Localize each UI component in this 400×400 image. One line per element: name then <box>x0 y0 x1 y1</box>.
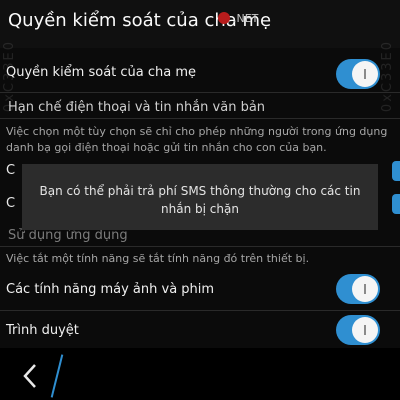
section-app-usage-heading: Sử dụng ứng dụng <box>8 228 128 243</box>
site-watermark: .NET <box>218 12 258 25</box>
calls-texts-option-1-toggle[interactable] <box>392 161 400 181</box>
camera-video-toggle[interactable] <box>336 274 380 304</box>
browser-label: Trình duyệt <box>6 323 79 338</box>
calls-texts-option-2-label: C <box>6 196 16 211</box>
calls-texts-description: Việc chọn một tùy chọn sẽ chỉ cho phép n… <box>6 125 388 154</box>
sms-charge-toast: Bạn có thể phải trả phí SMS thông thường… <box>22 164 378 230</box>
app-usage-description: Việc tắt một tính năng sẽ tắt tính năng … <box>6 252 310 265</box>
bottom-action-bar <box>0 348 400 400</box>
title-bar: Quyền kiểm soát của cha mẹ .NET <box>0 0 400 48</box>
calls-texts-option-2-toggle[interactable] <box>392 194 400 214</box>
divider <box>0 246 400 247</box>
side-watermark-left: 0xC33E0 <box>2 40 17 113</box>
toast-message: Bạn có thể phải trả phí SMS thông thường… <box>39 184 361 216</box>
divider <box>0 310 400 311</box>
action-bar-separator <box>50 354 64 398</box>
site-logo-icon <box>218 12 230 24</box>
camera-video-label: Các tính năng máy ảnh và phim <box>6 282 215 297</box>
divider <box>0 118 400 119</box>
toggle-knob <box>352 317 378 343</box>
parental-control-toggle[interactable] <box>336 59 380 89</box>
parental-control-label: Quyền kiểm soát của cha mẹ <box>6 65 197 80</box>
section-calls-texts-heading: Hạn chế điện thoại và tin nhắn văn bản <box>8 100 266 115</box>
browser-toggle[interactable] <box>336 315 380 345</box>
site-watermark-text: .NET <box>233 12 259 25</box>
side-watermark-right: 0xC33E0 <box>380 40 395 113</box>
back-button[interactable] <box>14 360 46 392</box>
toggle-knob <box>352 61 378 87</box>
divider <box>0 92 400 93</box>
chevron-left-icon <box>23 364 36 388</box>
toggle-knob <box>352 276 378 302</box>
calls-texts-option-1-label: C <box>6 163 16 178</box>
